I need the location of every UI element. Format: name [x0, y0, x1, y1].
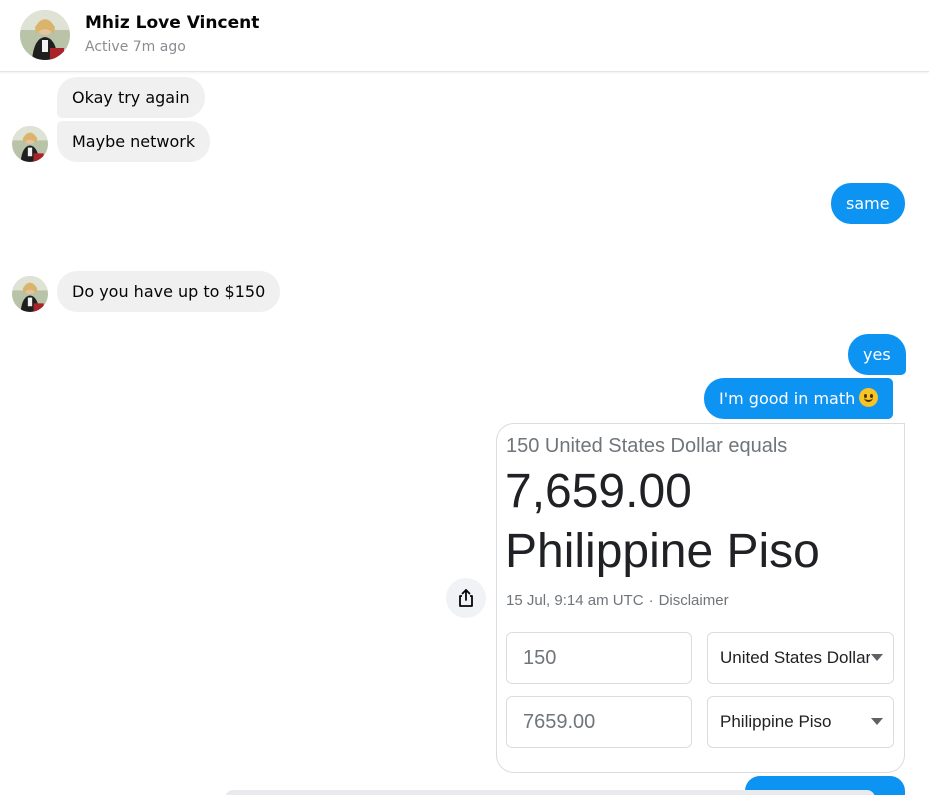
- avatar-image: [12, 276, 48, 312]
- from-currency-select: United States Dollar: [707, 632, 894, 684]
- conversion-subtitle: 150 United States Dollar equals: [506, 435, 788, 457]
- to-currency-select: Philippine Piso: [707, 696, 894, 748]
- incoming-message[interactable]: Okay try again: [57, 77, 205, 118]
- sender-avatar[interactable]: [12, 276, 48, 312]
- contact-name[interactable]: Mhiz Love Vincent: [85, 13, 259, 33]
- disclaimer-link: Disclaimer: [658, 592, 729, 609]
- message-text: I'm good in math: [719, 389, 856, 408]
- smiley-emoji-icon: [859, 388, 879, 407]
- outgoing-message[interactable]: same: [831, 183, 905, 224]
- share-button[interactable]: [446, 578, 486, 618]
- avatar-image: [12, 126, 48, 162]
- from-amount-field: 150: [506, 632, 692, 684]
- from-currency-label: United States Dollar: [720, 648, 870, 667]
- target-currency-name: Philippine Piso: [505, 525, 820, 578]
- avatar-image: [20, 10, 70, 60]
- contact-avatar[interactable]: [20, 10, 70, 60]
- share-icon: [459, 589, 473, 607]
- conversion-meta: 15 Jul, 9:14 am UTC · Disclaimer: [506, 592, 729, 609]
- conversion-timestamp: 15 Jul, 9:14 am UTC: [506, 592, 644, 609]
- to-amount-field: 7659.00: [506, 696, 692, 748]
- incoming-message[interactable]: Maybe network: [57, 121, 211, 162]
- message-composer-partial[interactable]: [225, 790, 875, 795]
- dropdown-caret-icon: [871, 718, 883, 725]
- outgoing-message[interactable]: yes: [848, 334, 906, 375]
- to-currency-label: Philippine Piso: [720, 712, 832, 731]
- sender-avatar[interactable]: [12, 126, 48, 162]
- dropdown-caret-icon: [871, 654, 883, 661]
- active-status: Active 7m ago: [85, 39, 186, 55]
- incoming-message[interactable]: Do you have up to $150: [57, 271, 281, 312]
- outgoing-message[interactable]: I'm good in math: [704, 378, 894, 419]
- currency-converter-image[interactable]: 150 United States Dollar equals 7,659.00…: [496, 423, 905, 773]
- meta-separator: ·: [648, 592, 654, 609]
- chat-header: Mhiz Love Vincent Active 7m ago: [0, 0, 929, 72]
- converted-amount: 7,659.00: [505, 465, 692, 518]
